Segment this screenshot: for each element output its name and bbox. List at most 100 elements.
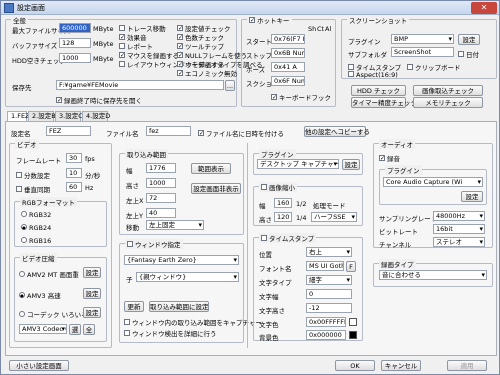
capture-in-window-checkbox[interactable]: ウィンドウ内の取り込み範囲をキャプチャー xyxy=(124,317,262,327)
small-settings-button[interactable]: 小さい設定画面 xyxy=(9,360,69,371)
ts-type-select[interactable]: 細字 xyxy=(306,275,352,285)
plugin-settings-button[interactable]: 設定 xyxy=(342,159,360,170)
rgb32-radio[interactable]: RGB32 xyxy=(21,211,51,219)
detect-detail-checkbox[interactable]: ウィンドウ検出を詳細に行う xyxy=(124,328,217,338)
channel-select[interactable]: ステレオ xyxy=(433,237,485,247)
update-button[interactable]: 更新 xyxy=(124,301,144,312)
audio-settings-button[interactable]: 設定 xyxy=(461,191,483,202)
cancel-button[interactable]: キャンセル xyxy=(381,360,421,371)
move-select[interactable]: 左上固定 xyxy=(146,220,204,230)
ts-width-input[interactable]: 0 xyxy=(306,289,352,299)
comp-amv3-radio[interactable]: AMV3 高速 xyxy=(19,290,61,300)
buffer-input[interactable]: 128 xyxy=(59,38,91,48)
memory-check-button[interactable]: メモリチェック xyxy=(413,97,483,108)
bit-rate-label: ビットレート xyxy=(379,228,418,236)
record-audio-checkbox[interactable]: 録音 xyxy=(379,153,400,163)
tab-3[interactable]: 3.設定C xyxy=(55,111,83,121)
cap-height-input[interactable]: 1000 xyxy=(146,178,176,188)
hide-settings-button[interactable]: 設定画面非表示 xyxy=(191,183,241,194)
ts-color-input[interactable]: 0x00FFFFFF xyxy=(306,317,346,327)
plugin-select[interactable]: デスクトップ キャプチャー xyxy=(257,159,339,169)
comp-codec-settings[interactable]: 設定 xyxy=(83,307,101,318)
video-caption: ビデオ xyxy=(15,139,39,149)
ts-position-select[interactable]: 右上 xyxy=(306,247,352,257)
shrink-width-input[interactable]: 160 xyxy=(274,198,292,208)
ts-bg-swatch[interactable] xyxy=(349,331,357,339)
timestamp-checkbox[interactable]: タイムスタンプ xyxy=(261,235,314,243)
copy-profile-button[interactable]: 他の設定へコピーする xyxy=(304,126,370,137)
hdd-input[interactable]: 1000 xyxy=(59,53,91,63)
frac-checkbox[interactable]: 分数設定 xyxy=(16,170,50,180)
show-range-button[interactable]: 範囲表示 xyxy=(191,163,231,174)
codec-select[interactable]: AMV3 Codec (VV xyxy=(19,324,67,334)
rgb24-radio[interactable]: RGB24 xyxy=(21,224,51,232)
record-audio-label: 録音 xyxy=(387,155,400,163)
hdd-check-button[interactable]: HDD チェック xyxy=(351,85,406,96)
ts-font-button[interactable]: F xyxy=(346,261,356,272)
cap-y-input[interactable]: 40 xyxy=(146,208,176,218)
mode-select[interactable]: ハーフSSE xyxy=(311,212,357,222)
codec-all-button[interactable]: 全 xyxy=(83,324,95,335)
save-path-input[interactable]: F:¥game¥FEMovie xyxy=(56,80,224,90)
ss-clipboard-checkbox[interactable]: クリップボード xyxy=(407,62,461,72)
max-file-input[interactable]: 600000 xyxy=(59,23,91,33)
capture-in-window-label: ウィンドウ内の取り込み範囲をキャプチャー xyxy=(132,319,262,327)
rec-type-select[interactable]: 音に合わせる xyxy=(379,270,487,280)
date-in-name-checkbox[interactable]: ファイル名に日時を付ける xyxy=(198,128,284,138)
hotkey-shot-input[interactable]: 0x6F Num xyxy=(271,76,305,86)
capture-check-button[interactable]: 画像取込チェック xyxy=(413,85,483,96)
check-eco[interactable]: エコノミック無効 xyxy=(177,68,237,78)
comp-amv3-settings[interactable]: 設定 xyxy=(83,288,101,299)
ts-bg-input[interactable]: 0x000000 xyxy=(306,330,346,340)
apply-button[interactable]: 適用 xyxy=(447,360,487,371)
ss-subfolder-input[interactable]: ScreenShot xyxy=(391,47,454,57)
fps-unit: fps xyxy=(85,155,95,163)
bit-rate-select[interactable]: 16bit xyxy=(433,224,485,234)
ts-height-input[interactable]: -12 xyxy=(306,303,352,313)
profile-name-input[interactable]: FEZ xyxy=(46,126,91,136)
audio-plugin-select[interactable]: Core Audio Capture (Wi xyxy=(383,177,483,187)
ok-button[interactable]: OK xyxy=(335,360,375,371)
ss-plugin-label: プラグイン xyxy=(348,38,381,46)
cap-width-input[interactable]: 1776 xyxy=(146,163,176,173)
timer-check-button[interactable]: タイマー精度チェック xyxy=(351,97,417,108)
tab-4[interactable]: 4.設定D xyxy=(82,111,110,121)
keyhook-checkbox[interactable]: キーボードフック xyxy=(271,92,331,102)
hotkey-pause-input[interactable]: 0x41 A xyxy=(271,62,305,72)
window-title-select[interactable]: {Fantasy Earth Zero} xyxy=(124,255,239,265)
hotkey-checkbox[interactable]: ホットキー xyxy=(249,17,290,25)
shrink-height-input[interactable]: 120 xyxy=(274,212,292,222)
fps-input[interactable]: 30 xyxy=(66,153,82,163)
open-after-checkbox[interactable]: 録画終了時に保存先を開く xyxy=(56,95,142,105)
profile-file-input[interactable]: fez xyxy=(146,126,191,136)
rgb16-radio[interactable]: RGB16 xyxy=(21,237,51,245)
hotkey-start-input[interactable]: 0x76(F7 Num xyxy=(271,34,305,44)
ts-font-input[interactable]: MS UI Gothic xyxy=(306,261,344,271)
codec-choose-button[interactable]: 選 xyxy=(69,324,81,335)
cap-x-input[interactable]: 72 xyxy=(146,193,176,203)
close-button[interactable]: ✕ xyxy=(471,2,497,14)
ss-plugin-select[interactable]: BMP xyxy=(391,34,454,44)
comp-amv2-settings[interactable]: 設定 xyxy=(83,267,101,278)
shrink-caption-text: 画像縮小 xyxy=(269,184,295,192)
cap-x-label: 左上X xyxy=(126,197,144,205)
comp-codec-radio[interactable]: コーデック いろいろ xyxy=(19,309,88,319)
vsync-input[interactable]: 60 xyxy=(66,182,82,192)
frac-input[interactable]: 10 xyxy=(66,168,82,178)
sample-rate-select[interactable]: 48000Hz xyxy=(433,211,485,221)
browse-button[interactable]: ... xyxy=(225,80,235,91)
ss-aspect-checkbox[interactable]: Aspect(16:9) xyxy=(348,71,398,79)
comp-amv2-radio[interactable]: AMV2 MT 画面重 xyxy=(19,269,79,279)
set-range-button[interactable]: 取り込み範囲に設定 xyxy=(149,301,209,312)
hotkey-stop-label: ストップ xyxy=(246,52,272,60)
ts-color-swatch[interactable] xyxy=(349,318,357,326)
hotkey-col-ctrl: Ct xyxy=(317,25,325,33)
hotkey-stop-input[interactable]: 0x6B Num xyxy=(271,48,305,58)
vsync-checkbox[interactable]: 垂直同期 xyxy=(16,184,50,194)
window-spec-checkbox[interactable]: ウィンドウ指定 xyxy=(127,241,181,249)
ss-date-checkbox[interactable]: 日付 xyxy=(458,49,479,59)
shrink-checkbox[interactable]: 画像縮小 xyxy=(261,184,295,192)
ss-settings-button[interactable]: 設定 xyxy=(458,34,480,45)
tab-2[interactable]: 2.設定B xyxy=(28,111,56,121)
child-window-select[interactable]: {親ウィンドウ} xyxy=(136,272,239,282)
